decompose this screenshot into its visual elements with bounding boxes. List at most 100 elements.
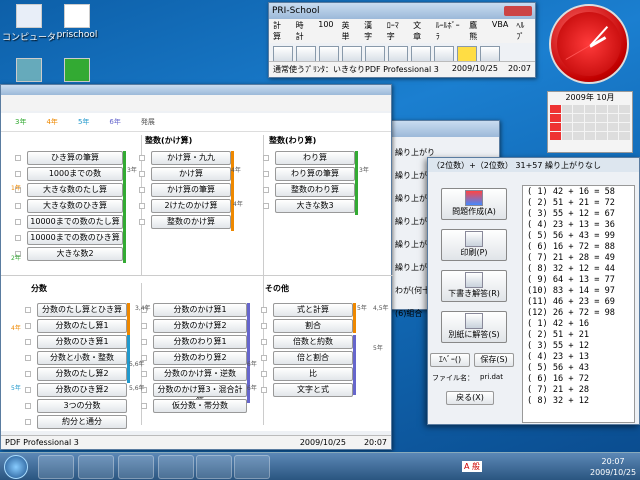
close-icon[interactable]	[504, 6, 532, 16]
media-taskbar-button[interactable]	[78, 455, 114, 479]
other-button[interactable]: 倍数と約数	[273, 335, 353, 349]
frac2-button[interactable]: 分数のわり算2	[153, 351, 247, 365]
checkbox[interactable]	[139, 219, 145, 225]
frac-button[interactable]: 3つの分数	[37, 399, 127, 413]
checkbox[interactable]	[139, 187, 145, 193]
mul-button[interactable]: 整数のかけ算	[151, 215, 231, 229]
checkbox[interactable]	[263, 171, 269, 177]
frac2-button[interactable]: 分数のかけ算3・混合計算	[153, 383, 247, 406]
checkbox[interactable]	[25, 339, 31, 345]
checkbox[interactable]	[261, 307, 267, 313]
checkbox[interactable]	[139, 155, 145, 161]
frac-button[interactable]: 分数のたし算2	[37, 367, 127, 381]
checkbox[interactable]	[139, 171, 145, 177]
checkbox[interactable]	[261, 387, 267, 393]
div-button[interactable]: わり算の筆算	[275, 167, 355, 181]
menu-item[interactable]: 文章	[413, 20, 428, 42]
frac-button[interactable]: 分数と小数・整数	[37, 351, 127, 365]
start-button[interactable]	[4, 455, 28, 479]
toolbar-titlebar[interactable]: PRI-School	[269, 3, 535, 19]
menu-item[interactable]: 時計	[296, 20, 311, 42]
load-button[interactable]: ｴﾍﾞｰ()	[430, 353, 470, 367]
checkbox[interactable]	[141, 323, 147, 329]
div-button[interactable]: 整数のわり算	[275, 183, 355, 197]
checkbox[interactable]	[261, 355, 267, 361]
desktop-icon-computer[interactable]: コンピュータ	[2, 4, 56, 43]
frac2-button[interactable]: 分数のかけ算2	[153, 319, 247, 333]
checkbox[interactable]	[141, 339, 147, 345]
checkbox[interactable]	[15, 219, 21, 225]
menu-item[interactable]: 漢字	[364, 20, 379, 42]
frac2-button[interactable]: 分数のかけ算・逆数	[153, 367, 247, 381]
menu-item[interactable]: 100	[318, 20, 333, 42]
other-button[interactable]: 文字と式	[273, 383, 353, 397]
checkbox[interactable]	[15, 203, 21, 209]
checkbox[interactable]	[25, 355, 31, 361]
left-button[interactable]: ひき算の筆算	[27, 151, 123, 165]
frac2-button[interactable]: 仮分数・帯分数	[153, 399, 247, 413]
draft-answer-button[interactable]: 下書き解答(R)	[441, 270, 507, 302]
other-button[interactable]: 式と計算	[273, 303, 353, 317]
mul-button[interactable]: かけ算の筆算	[151, 183, 231, 197]
ie-taskbar-button[interactable]	[38, 455, 74, 479]
checkbox[interactable]	[261, 371, 267, 377]
save-button[interactable]: 保存(S)	[474, 353, 514, 367]
back-button[interactable]: 戻る(X)	[446, 391, 494, 405]
checkbox[interactable]	[25, 419, 31, 425]
checkbox[interactable]	[141, 371, 147, 377]
checkbox[interactable]	[25, 387, 31, 393]
frac-button[interactable]: 約分と通分	[37, 415, 127, 429]
explorer-taskbar-button[interactable]	[118, 455, 154, 479]
frac-button[interactable]: 分数のひき算2	[37, 383, 127, 397]
mul-button[interactable]: かけ算	[151, 167, 231, 181]
frac2-button[interactable]: 分数のわり算1	[153, 335, 247, 349]
menu-item[interactable]: VBA	[492, 20, 508, 42]
create-problems-button[interactable]: 問題作成(A)	[441, 188, 507, 220]
menu-item[interactable]: 計算	[273, 20, 288, 42]
checkbox[interactable]	[25, 371, 31, 377]
other-button[interactable]: 割合	[273, 319, 353, 333]
left-button[interactable]: 1000までの数	[27, 167, 123, 181]
div-button[interactable]: 大きな数3	[275, 199, 355, 213]
left-button[interactable]: 大きな数2	[27, 247, 123, 261]
frac-button[interactable]: 分数のひき算1	[37, 335, 127, 349]
checkbox[interactable]	[263, 187, 269, 193]
left-button[interactable]: 大きな数のたし算	[27, 183, 123, 197]
left-button[interactable]: 10000までの数のひき算	[27, 231, 123, 245]
checkbox[interactable]	[15, 155, 21, 161]
problem-list[interactable]: ( 1) 42 + 16 = 58( 2) 51 + 21 = 72( 3) 5…	[522, 185, 635, 423]
desktop-icon-network[interactable]	[2, 58, 56, 84]
other-button[interactable]: 倍と割合	[273, 351, 353, 365]
print-button[interactable]: 印刷(P)	[441, 229, 507, 261]
desktop-icon-prischool[interactable]: prischool	[50, 4, 104, 40]
frac2-button[interactable]: 分数のかけ算1	[153, 303, 247, 317]
mul-button[interactable]: 2けたのかけ算	[151, 199, 231, 213]
checkbox[interactable]	[261, 323, 267, 329]
checkbox[interactable]	[25, 307, 31, 313]
menu-item[interactable]: 英単	[342, 20, 357, 42]
frac-button[interactable]: 分数のたし算とひき算	[37, 303, 127, 317]
div-button[interactable]: わり算	[275, 151, 355, 165]
checkbox[interactable]	[263, 155, 269, 161]
checkbox[interactable]	[15, 235, 21, 241]
checkbox[interactable]	[261, 339, 267, 345]
checkbox[interactable]	[263, 203, 269, 209]
checkbox[interactable]	[139, 203, 145, 209]
separate-answer-button[interactable]: 別紙に解答(S)	[441, 311, 507, 343]
menu-item[interactable]: ﾙｰﾙﾎﾞｰﾗ	[436, 20, 462, 42]
prischool-taskbar-button[interactable]	[196, 455, 232, 479]
ime-indicator[interactable]: A 般	[462, 461, 483, 472]
menu-item[interactable]: ﾛｰﾏ字	[387, 20, 405, 42]
other-button[interactable]: 比	[273, 367, 353, 381]
menu-item[interactable]: 鷹熊	[469, 20, 484, 42]
calc-taskbar-button[interactable]	[234, 455, 270, 479]
tray-clock[interactable]: 20:07 2009/10/25	[590, 456, 636, 478]
desktop-icon-app[interactable]	[50, 58, 104, 84]
left-button[interactable]: 大きな数のひき算	[27, 199, 123, 213]
checkbox[interactable]	[15, 171, 21, 177]
frac-button[interactable]: 分数のたし算1	[37, 319, 127, 333]
checkbox[interactable]	[25, 403, 31, 409]
left-button[interactable]: 10000までの数のたし算	[27, 215, 123, 229]
menu-item[interactable]: ﾍﾙﾌﾟ	[516, 20, 531, 42]
mul-button[interactable]: かけ算・九九	[151, 151, 231, 165]
